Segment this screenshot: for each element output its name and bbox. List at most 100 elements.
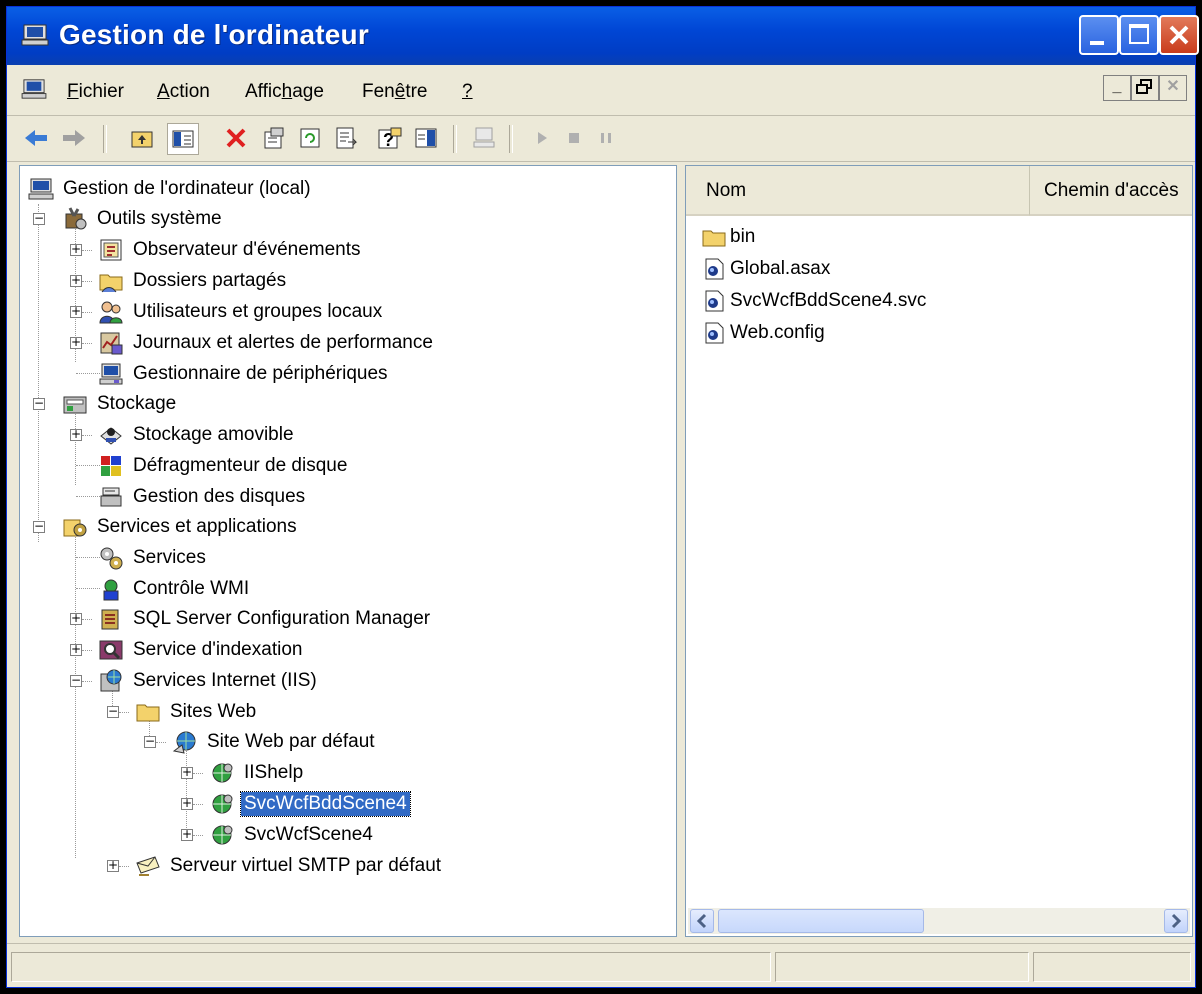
list-item[interactable]: Global.asax	[702, 254, 830, 284]
tree-node-stockage-amovible[interactable]: Stockage amovible	[98, 420, 297, 450]
expand-toggle[interactable]: +	[70, 643, 82, 656]
tree-line	[38, 204, 39, 542]
expand-toggle[interactable]: +	[107, 859, 119, 872]
mdi-restore-button[interactable]	[1131, 75, 1159, 101]
properties-button[interactable]	[259, 123, 289, 153]
tree-node-indexation[interactable]: Service d'indexation	[98, 635, 305, 665]
pause-button[interactable]	[591, 123, 621, 153]
mdi-minimize-button[interactable]: _	[1103, 75, 1131, 101]
tree-node-label: Services et applications	[97, 516, 297, 537]
tree-node-label: IIShelp	[244, 762, 304, 783]
horizontal-scrollbar[interactable]	[688, 908, 1190, 934]
tree-node-gestionnaire[interactable]: Gestionnaire de périphériques	[98, 359, 391, 389]
tree-line	[76, 373, 100, 374]
properties-icon	[264, 127, 284, 149]
tree-line	[82, 681, 92, 682]
console-tree-pane[interactable]: Gestion de l'ordinateur (local) − Outils…	[19, 165, 677, 937]
collapse-toggle[interactable]: −	[33, 212, 45, 225]
minimize-button[interactable]	[1079, 15, 1119, 55]
expand-toggle[interactable]: +	[70, 243, 82, 256]
up-level-button[interactable]	[127, 123, 157, 153]
tree-node-journaux[interactable]: Journaux et alertes de performance	[98, 328, 436, 358]
stop-button[interactable]	[559, 123, 589, 153]
tree-node-controle-wmi[interactable]: Contrôle WMI	[98, 574, 252, 604]
menu-fenetre[interactable]: Fenêtre	[362, 81, 428, 103]
expand-toggle[interactable]: +	[70, 612, 82, 625]
show-hide-tree-button[interactable]	[167, 123, 199, 155]
expand-toggle[interactable]: +	[181, 797, 193, 810]
tree-node-svcwcfbddscene4[interactable]: SvcWcfBddScene4	[209, 789, 411, 819]
forward-button[interactable]	[59, 123, 89, 153]
scroll-left-button[interactable]	[690, 909, 714, 933]
tree-node-smtp[interactable]: Serveur virtuel SMTP par défaut	[135, 851, 444, 881]
connect-computer-button[interactable]	[469, 123, 499, 153]
tree-node-services-applications[interactable]: Services et applications	[62, 512, 300, 542]
refresh-button[interactable]	[295, 123, 325, 153]
start-button[interactable]	[527, 123, 557, 153]
expand-toggle[interactable]: +	[181, 828, 193, 841]
tree-node-label: Services Internet (IIS)	[133, 670, 317, 691]
tree-node-label: Gestion de l'ordinateur (local)	[63, 178, 311, 199]
menu-help[interactable]: ?	[462, 81, 473, 103]
list-item[interactable]: bin	[702, 222, 755, 252]
expand-toggle[interactable]: +	[70, 305, 82, 318]
tree-node-utilisateurs[interactable]: Utilisateurs et groupes locaux	[98, 297, 385, 327]
expand-toggle[interactable]: +	[70, 428, 82, 441]
title-bar[interactable]: Gestion de l'ordinateur	[7, 7, 1199, 65]
console-tree-icon	[172, 130, 194, 148]
collapse-toggle[interactable]: −	[33, 397, 45, 410]
tree-node-site-web-defaut[interactable]: Site Web par défaut	[172, 727, 378, 757]
tree-node-sites-web[interactable]: Sites Web	[135, 697, 259, 727]
collapse-toggle[interactable]: −	[33, 520, 45, 533]
web-application-icon	[212, 794, 233, 814]
tree-node-services[interactable]: Services	[98, 543, 209, 573]
tree-node-iishelp[interactable]: IIShelp	[209, 758, 306, 788]
tree-node-root[interactable]: Gestion de l'ordinateur (local)	[28, 174, 314, 204]
mdi-close-button[interactable]: ✕	[1159, 75, 1187, 101]
close-button[interactable]	[1159, 15, 1199, 55]
tree-node-svcwcfscene4[interactable]: SvcWcfScene4	[209, 820, 376, 850]
result-list-pane[interactable]: Nom Chemin d'accès bin Global.asax SvcWc…	[685, 165, 1193, 937]
status-bar	[7, 943, 1195, 990]
tree-node-gestion-disques[interactable]: Gestion des disques	[98, 482, 308, 512]
removable-storage-icon	[100, 427, 122, 445]
menu-action[interactable]: Action	[157, 81, 210, 103]
users-groups-icon	[99, 301, 123, 324]
tree-node-iis[interactable]: Services Internet (IIS)	[98, 666, 320, 696]
tree-node-label: Sites Web	[170, 701, 257, 722]
list-item[interactable]: Web.config	[702, 318, 825, 348]
export-list-button[interactable]	[331, 123, 361, 153]
tree-node-stockage[interactable]: Stockage	[62, 389, 179, 419]
tree-node-label: SQL Server Configuration Manager	[133, 608, 431, 629]
delete-button[interactable]	[221, 123, 251, 153]
collapse-toggle[interactable]: −	[70, 674, 82, 687]
tree-node-outils-systeme[interactable]: Outils système	[62, 204, 225, 234]
tree-node-label: Site Web par défaut	[207, 731, 375, 752]
help-button[interactable]: ?	[375, 123, 405, 153]
window-title: Gestion de l'ordinateur	[59, 19, 369, 50]
maximize-button[interactable]	[1119, 15, 1159, 55]
scroll-thumb[interactable]	[718, 909, 924, 933]
scroll-right-button[interactable]	[1164, 909, 1188, 933]
show-action-pane-button[interactable]	[411, 123, 441, 153]
list-item[interactable]: SvcWcfBddScene4.svc	[702, 286, 926, 316]
tree-node-label: Gestion des disques	[133, 486, 306, 507]
menu-fichier[interactable]: Fichier	[67, 81, 124, 103]
tree-node-observateur[interactable]: Observateur d'événements	[98, 235, 364, 265]
back-button[interactable]	[21, 123, 51, 153]
menu-affichage[interactable]: Affichage	[245, 81, 324, 103]
collapse-toggle[interactable]: −	[144, 735, 156, 748]
expand-toggle[interactable]: +	[70, 274, 82, 287]
expand-toggle[interactable]: +	[70, 336, 82, 349]
tree-node-defragmenteur[interactable]: Défragmenteur de disque	[98, 451, 350, 481]
tree-node-sql-server[interactable]: SQL Server Configuration Manager	[98, 604, 433, 634]
collapse-toggle[interactable]: −	[107, 705, 119, 718]
system-menu-icon[interactable]	[21, 78, 47, 100]
expand-toggle[interactable]: +	[181, 766, 193, 779]
restore-icon	[1136, 79, 1152, 94]
tree-line	[156, 742, 166, 743]
tree-node-dossiers-partages[interactable]: Dossiers partagés	[98, 266, 289, 296]
chevron-right-icon	[1171, 913, 1182, 929]
column-header-nom[interactable]: Nom	[686, 166, 1030, 216]
column-header-chemin[interactable]: Chemin d'accès	[1030, 166, 1192, 216]
